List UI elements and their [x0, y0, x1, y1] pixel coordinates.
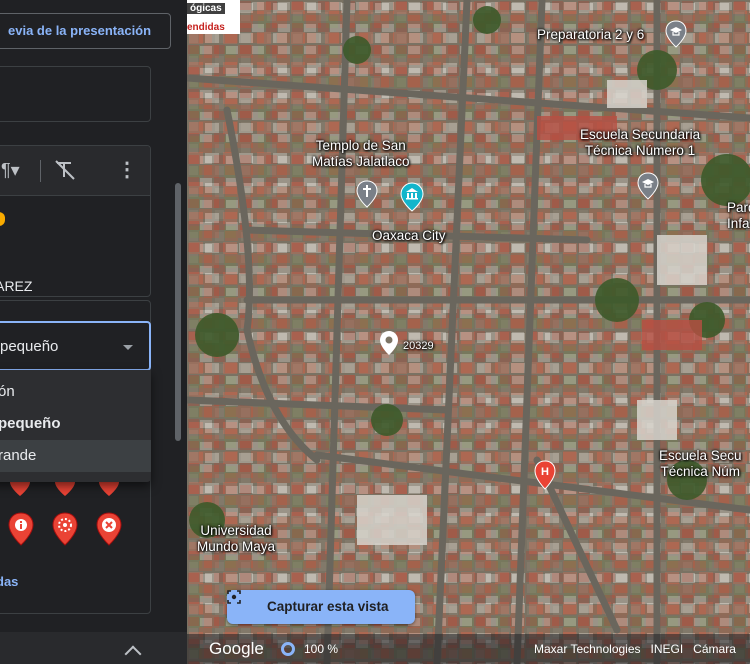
map-label-escuela-secundaria-2[interactable]: Escuela Secu Técnica Núm	[659, 448, 742, 480]
collapsible-section-header[interactable]	[0, 632, 187, 664]
flower-pin-icon[interactable]	[52, 512, 78, 546]
dropdown-option-hovered[interactable]: rande	[0, 440, 151, 472]
satellite-imagery	[187, 0, 750, 664]
map-label-universidad[interactable]: Universidad Mundo Maya	[197, 523, 275, 555]
select-value: pequeño	[0, 338, 59, 355]
app-root: evia de la presentación ¶▾ ⋮ UAREZ	[0, 0, 750, 664]
zoom-level: 100 %	[304, 642, 339, 656]
chevron-down-icon	[123, 345, 133, 350]
pin-number-label: 20329	[403, 340, 434, 352]
zoom-icon[interactable]	[281, 642, 295, 656]
close-pin-icon[interactable]	[96, 512, 122, 546]
editor-toolbar: ¶▾ ⋮	[0, 146, 150, 196]
museum-poi-icon[interactable]	[400, 182, 424, 212]
capture-icon	[227, 590, 241, 604]
preview-presentation-button[interactable]: evia de la presentación	[0, 13, 171, 49]
hospital-poi-icon[interactable]: H	[534, 460, 556, 490]
map-credits[interactable]: Maxar Technologies INEGI Cámara	[534, 642, 736, 656]
panel-scrollbar[interactable]	[175, 183, 181, 441]
side-panel: evia de la presentación ¶▾ ⋮ UAREZ	[0, 0, 187, 664]
location-pin-icon[interactable]	[379, 330, 399, 356]
capture-view-label: Capturar esta vista	[267, 599, 389, 614]
map-footer: Google 100 % Maxar Technologies INEGI Cá…	[187, 634, 750, 664]
color-marker	[0, 212, 5, 226]
dropdown-option[interactable]: ón	[0, 376, 151, 408]
map-label-oaxaca-city[interactable]: Oaxaca City	[372, 228, 446, 244]
toolbar-divider	[40, 160, 41, 182]
capture-view-button[interactable]: Capturar esta vista	[227, 590, 415, 624]
google-logo: Google	[209, 639, 264, 658]
map-label-escuela-secundaria-1[interactable]: Escuela Secundaria Técnica Número 1	[580, 127, 700, 159]
map-label-templo[interactable]: Templo de San Matías Jalatlaco	[312, 138, 410, 170]
rich-text-editor[interactable]: ¶▾ ⋮ UAREZ	[0, 145, 151, 297]
size-select[interactable]: pequeño	[0, 321, 151, 371]
editor-text: UAREZ	[0, 278, 33, 294]
svg-text:H: H	[541, 466, 549, 478]
more-icons-link[interactable]: das	[0, 574, 18, 589]
school-poi-icon[interactable]	[637, 172, 659, 200]
more-options-icon[interactable]: ⋮	[117, 160, 137, 180]
map-overlay-card: ógicas endidas	[187, 0, 240, 34]
church-poi-icon[interactable]	[356, 180, 378, 208]
map-label-park[interactable]: Parq Infa	[727, 200, 750, 232]
overlay-label: ógicas	[187, 3, 225, 14]
text-field[interactable]	[0, 66, 151, 122]
paragraph-direction-icon[interactable]: ¶▾	[1, 160, 20, 180]
school-poi-icon[interactable]	[665, 20, 687, 48]
clear-format-icon[interactable]	[54, 160, 76, 184]
dropdown-option-selected[interactable]: pequeño	[0, 408, 151, 440]
overlay-label: endidas	[187, 22, 225, 33]
map-label-preparatoria[interactable]: Preparatoria 2 y 6	[537, 27, 644, 43]
size-dropdown-menu: ón pequeño rande	[0, 370, 151, 482]
satellite-map[interactable]: ógicas endidas H Preparatoria 2 y 6 Temp…	[187, 0, 750, 664]
info-pin-icon[interactable]	[8, 512, 34, 546]
